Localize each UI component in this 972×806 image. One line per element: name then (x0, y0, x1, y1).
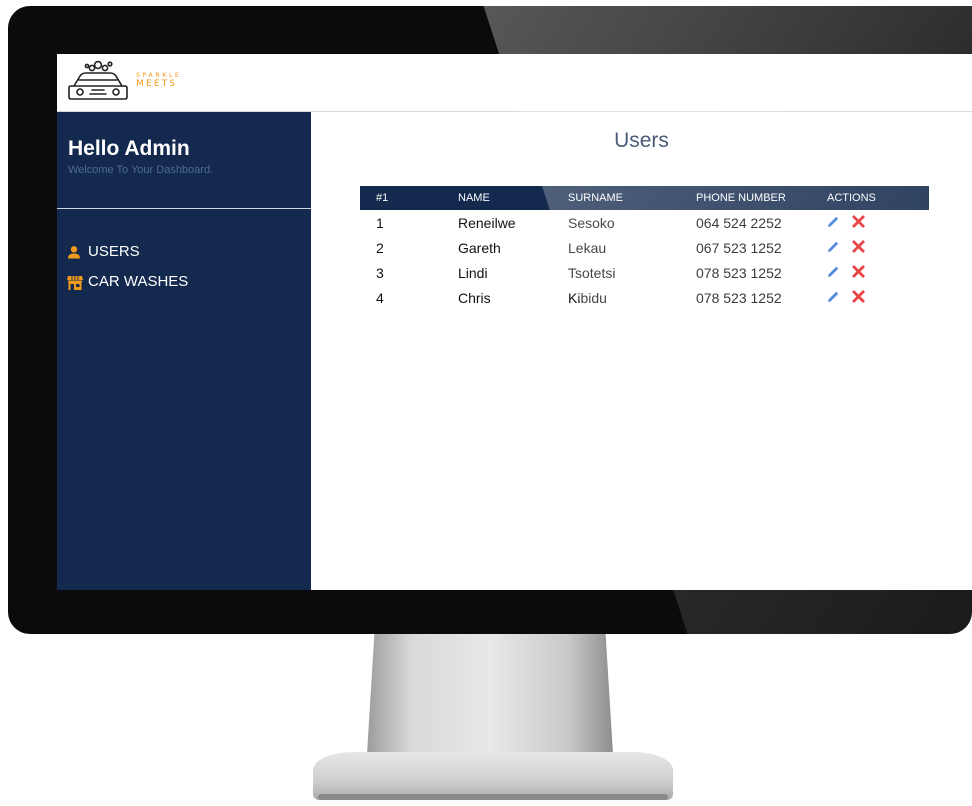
sidebar-item-car-washes[interactable]: CAR WASHES (67, 273, 188, 290)
top-bar: SPARKLE MEETS (57, 54, 972, 112)
row-number: 4 (376, 289, 384, 306)
row-phone: 064 524 2252 (696, 214, 782, 231)
close-icon (852, 239, 865, 253)
sidebar-item-label: USERS (88, 243, 140, 260)
app-screen: SPARKLE MEETS Hello Admin Welcome To You… (57, 54, 972, 590)
row-name: Lindi (458, 264, 488, 281)
pencil-icon (828, 216, 839, 227)
table-row: 4 Chris Kibidu 078 523 1252 (360, 285, 929, 310)
column-header-surname: SURNAME (568, 192, 624, 204)
brand-name-bottom: MEETS (136, 79, 178, 89)
column-header-name: NAME (458, 192, 490, 204)
row-name: Chris (458, 289, 491, 306)
users-table: #1 NAME SURNAME PHONE NUMBER ACTIONS 1 R… (360, 186, 929, 310)
monitor-stand-base (313, 752, 673, 800)
delete-button[interactable] (852, 289, 865, 303)
row-surname: Lekau (568, 239, 607, 256)
sidebar-divider (57, 208, 311, 209)
row-number: 2 (376, 239, 384, 256)
close-icon (852, 214, 865, 228)
row-phone: 067 523 1252 (696, 239, 782, 256)
column-header-actions: ACTIONS (827, 192, 876, 204)
sidebar: Hello Admin Welcome To Your Dashboard. U… (57, 112, 311, 590)
edit-button[interactable] (827, 215, 840, 228)
sidebar-welcome: Welcome To Your Dashboard. (68, 164, 214, 176)
row-phone: 078 523 1252 (696, 289, 782, 306)
monitor-bezel: SPARKLE MEETS Hello Admin Welcome To You… (8, 6, 972, 634)
edit-button[interactable] (827, 240, 840, 253)
row-actions (811, 235, 929, 260)
row-name: Gareth (458, 239, 501, 256)
store-icon (67, 275, 83, 290)
row-number: 1 (376, 214, 384, 231)
main-content: Users #1 NAME SURNAME PHONE NUMBER ACTIO… (311, 112, 972, 590)
user-icon (67, 245, 81, 259)
row-actions (811, 260, 929, 285)
delete-button[interactable] (852, 264, 865, 278)
row-number: 3 (376, 264, 384, 281)
sidebar-item-users[interactable]: USERS (67, 243, 140, 260)
column-header-phone: PHONE NUMBER (696, 192, 786, 204)
edit-button[interactable] (827, 290, 840, 303)
table-row: 3 Lindi Tsotetsi 078 523 1252 (360, 260, 929, 285)
row-surname: Kibidu (568, 289, 607, 306)
pencil-icon (828, 291, 839, 302)
row-name: Reneilwe (458, 214, 516, 231)
monitor-stand-shadow (318, 794, 668, 800)
pencil-icon (828, 241, 839, 252)
car-wash-icon (68, 60, 128, 100)
page-title: Users (614, 129, 669, 152)
sidebar-greeting: Hello Admin (68, 137, 190, 160)
close-icon (852, 289, 865, 303)
brand-name-top: SPARKLE (136, 71, 182, 79)
table-header-row: #1 NAME SURNAME PHONE NUMBER ACTIONS (360, 186, 929, 210)
edit-button[interactable] (827, 265, 840, 278)
delete-button[interactable] (852, 239, 865, 253)
delete-button[interactable] (852, 214, 865, 228)
monitor-stand-neck (367, 634, 613, 754)
brand-logo[interactable]: SPARKLE MEETS (66, 60, 179, 102)
close-icon (852, 264, 865, 278)
row-actions (811, 210, 929, 235)
row-actions (811, 285, 929, 310)
table-row: 2 Gareth Lekau 067 523 1252 (360, 235, 929, 260)
column-header-number: #1 (376, 192, 389, 204)
row-phone: 078 523 1252 (696, 264, 782, 281)
table-row: 1 Reneilwe Sesoko 064 524 2252 (360, 210, 929, 235)
pencil-icon (828, 266, 839, 277)
row-surname: Sesoko (568, 214, 615, 231)
row-surname: Tsotetsi (568, 264, 616, 281)
sidebar-item-label: CAR WASHES (88, 273, 189, 290)
